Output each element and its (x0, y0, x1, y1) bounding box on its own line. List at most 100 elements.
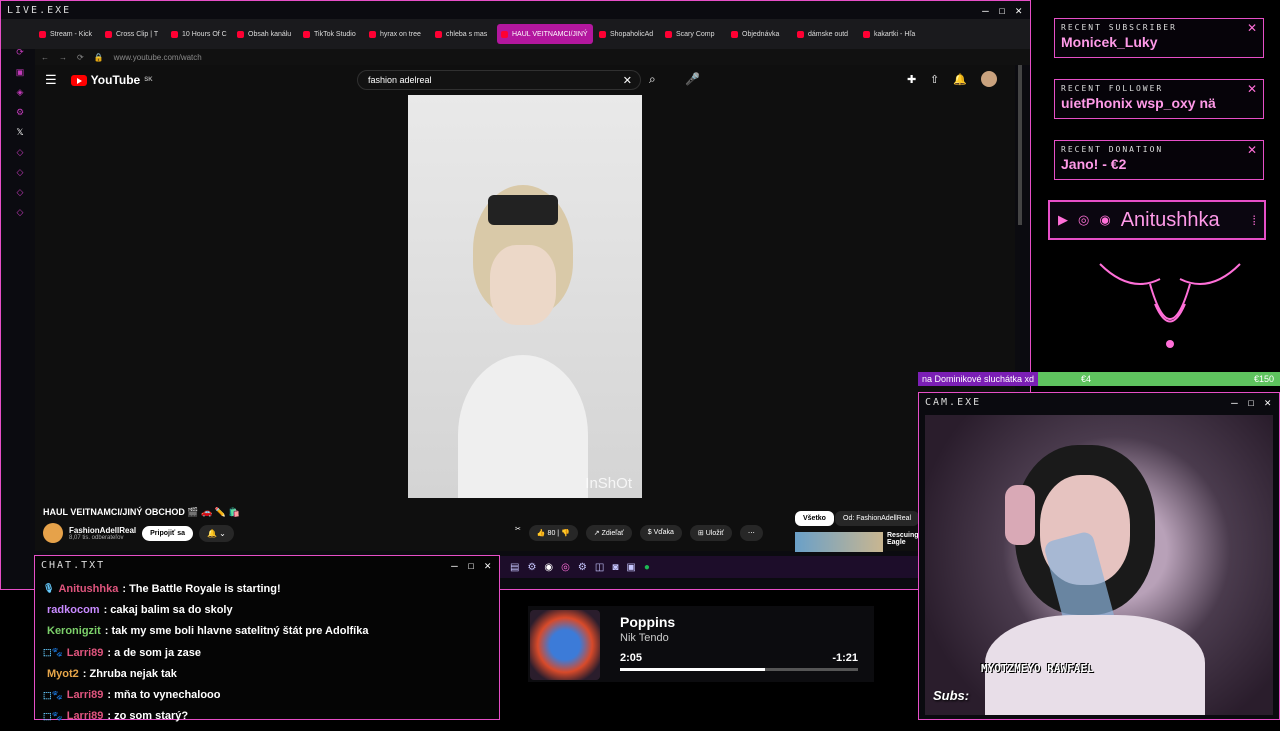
chip-all[interactable]: Všetko (795, 511, 834, 526)
browser-tab[interactable]: ShopaholicAd (595, 24, 659, 44)
chat-username[interactable]: Larri89 (67, 689, 104, 701)
sidebar-icon-5[interactable]: ◇ (17, 147, 24, 158)
channel-name[interactable]: FashionAdellReal (69, 526, 136, 535)
tab-label: kakartki - Hľa (874, 30, 916, 38)
chat-window-title: CHAT.TXT (41, 559, 106, 571)
taskbar-icon-5[interactable]: ⚙ (578, 562, 587, 573)
subscriber-count: 8,07 tis. odberateľov (69, 534, 124, 541)
chat-username[interactable]: Anitushhka (58, 583, 118, 595)
cam-minimize-icon[interactable]: — (1231, 396, 1240, 409)
browser-tab[interactable]: TikTok Studio (299, 24, 363, 44)
browser-tab[interactable]: Objednávka (727, 24, 791, 44)
song-progress-fill (620, 668, 766, 671)
tab-favicon-icon (797, 30, 804, 38)
browser-tab[interactable]: Cross Clip | T (101, 24, 165, 44)
sidebar-icon-6[interactable]: ◇ (17, 167, 24, 178)
url-bar[interactable]: ← → ⟳ 🔒 www.youtube.com/watch (35, 49, 1030, 65)
chat-username[interactable]: radkocom (47, 604, 100, 616)
minimize-icon[interactable]: — (982, 4, 991, 17)
youtube-play-icon (70, 74, 87, 86)
url-text[interactable]: www.youtube.com/watch (114, 53, 202, 62)
browser-tab[interactable]: dámske outd (793, 24, 857, 44)
youtube-logo[interactable]: YouTube SK (70, 73, 153, 87)
more-actions-icon[interactable]: ⋯ (739, 525, 763, 541)
channel-avatar[interactable] (43, 523, 63, 543)
spotify-icon[interactable]: ● (644, 562, 650, 573)
video-player[interactable]: InShOt (408, 95, 642, 498)
like-button[interactable]: 👍 80 | 👎 (528, 525, 578, 541)
discord-taskbar-icon[interactable]: ◙ (612, 562, 618, 573)
browser-tab[interactable]: Scary Comp (661, 24, 725, 44)
page-scrollbar[interactable] (1018, 65, 1022, 225)
chat-maximize-icon[interactable]: ☐ (468, 559, 477, 572)
browser-tab[interactable]: Obsah kanálu (233, 24, 297, 44)
browser-sidebar: ◉ ⟳ ▣ ◈ ⚙ 𝕏 ◇ ◇ ◇ ◇ (9, 27, 31, 547)
browser-tab[interactable]: 10 Hours Of C (167, 24, 231, 44)
clip-icon[interactable]: ✂ (515, 525, 521, 541)
subscribe-bell-button[interactable]: 🔔 ⌄ (199, 524, 234, 542)
close-icon[interactable]: ✕ (1015, 4, 1024, 17)
taskbar-icon-6[interactable]: ◫ (595, 562, 604, 573)
alert-value: uietPhonix wsp_oxy nä (1061, 95, 1216, 111)
share-button[interactable]: ↗ Zdieľať (585, 525, 632, 541)
browser-tab[interactable]: kakartki - Hľa (859, 24, 923, 44)
chat-username[interactable]: Larri89 (67, 710, 104, 722)
cam-window-title: CAM.EXE (925, 396, 982, 408)
mic-icon[interactable]: 🎤 (685, 72, 700, 86)
join-button[interactable]: Pripojiť sa (142, 525, 193, 541)
clear-search-icon[interactable]: ✕ (623, 74, 632, 87)
browser-tab[interactable]: HAUL VEITNAMCI/JINÝ (497, 24, 593, 44)
back-icon[interactable]: ← (41, 53, 49, 62)
sidebar-icon-2[interactable]: ▣ (16, 67, 25, 78)
search-icon[interactable]: ⌕ (649, 72, 656, 87)
taskbar-icon-1[interactable]: ▤ (510, 562, 519, 573)
cam-maximize-icon[interactable]: ☐ (1248, 396, 1257, 409)
sidebar-icon-3[interactable]: ◈ (17, 87, 24, 98)
steam-icon[interactable]: ⚙ (527, 562, 536, 573)
donation-goal: €150 (1253, 374, 1274, 384)
create-icon[interactable]: ✚ (907, 73, 916, 86)
tab-favicon-icon (369, 30, 376, 38)
notifications-icon[interactable]: 🔔 (953, 73, 967, 86)
sidebar-icon-4[interactable]: ⚙ (16, 107, 24, 118)
tab-label: TikTok Studio (314, 30, 356, 38)
thanks-button[interactable]: $ Vďaka (639, 525, 682, 541)
chat-text: : zo som starý? (107, 710, 189, 723)
chat-minimize-icon[interactable]: — (451, 559, 460, 572)
sidebar-icon-7[interactable]: ◇ (17, 187, 24, 198)
alert-value: Jano! - €2 (1061, 156, 1127, 172)
chat-username[interactable]: Larri89 (67, 647, 104, 659)
lock-icon: 🔒 (93, 52, 104, 62)
remaining-time: -1:21 (832, 652, 858, 664)
save-button[interactable]: ⊞ Uložiť (689, 525, 732, 541)
search-input[interactable]: fashion adelreal ✕ (357, 70, 641, 90)
alert-close-icon[interactable]: ✕ (1247, 82, 1257, 96)
webcam-feed: MYOTZMEYO RAWFAEL Subs: (925, 415, 1273, 715)
browser-tab[interactable]: chleba s mas (431, 24, 495, 44)
maximize-icon[interactable]: ☐ (999, 4, 1008, 17)
forward-icon[interactable]: → (59, 53, 67, 62)
menu-icon[interactable]: ☰ (45, 72, 57, 88)
alert-close-icon[interactable]: ✕ (1247, 21, 1257, 35)
taskbar-icon-4[interactable]: ◎ (561, 562, 570, 573)
obs-icon[interactable]: ◉ (544, 562, 553, 573)
chip-from-channel[interactable]: Od: FashionAdellReal (835, 511, 920, 526)
chat-username[interactable]: Keronigzit (47, 625, 101, 637)
upload-icon[interactable]: ⇧ (930, 73, 939, 86)
chat-text: : tak my sme boli hlavne satelitný štát … (104, 625, 369, 638)
browser-tab[interactable]: hyrax on tree (365, 24, 429, 44)
social-banner: ▶ ◎ ◉ Anitushhka ⁞ (1048, 200, 1266, 240)
alert-close-icon[interactable]: ✕ (1247, 143, 1257, 157)
browser-tab[interactable]: Stream - Kick (35, 24, 99, 44)
song-progress-bar (620, 668, 858, 671)
taskbar-icon-8[interactable]: ▣ (626, 562, 635, 573)
reload-icon[interactable]: ⟳ (77, 53, 84, 62)
chat-close-icon[interactable]: ✕ (484, 559, 493, 572)
x-icon[interactable]: 𝕏 (16, 127, 23, 138)
sidebar-icon-8[interactable]: ◇ (17, 207, 24, 218)
cam-window: CAM.EXE — ☐ ✕ MYOTZMEYO RAWFAEL Subs: (918, 392, 1280, 720)
chat-message: ⬚🐾 Larri89: zo som starý? (43, 706, 491, 727)
cam-close-icon[interactable]: ✕ (1264, 396, 1273, 409)
account-avatar[interactable] (981, 71, 997, 87)
chat-username[interactable]: Myot2 (47, 668, 79, 680)
